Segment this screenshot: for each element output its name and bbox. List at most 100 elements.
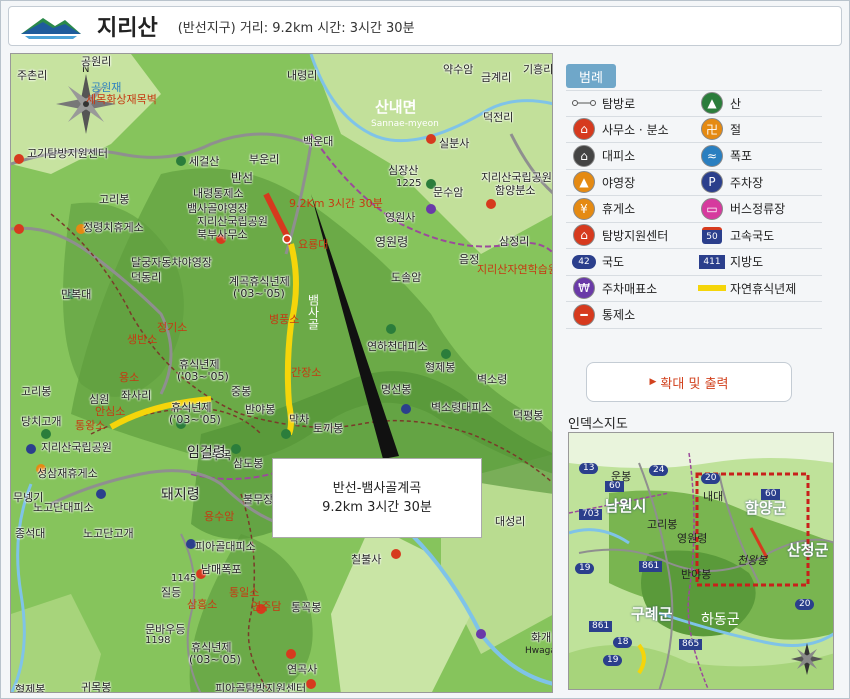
index-label: 산청군 [787,541,829,559]
route-distance-label: 9.2Km 3시간 30분 [289,197,383,210]
index-label: 703 [579,509,603,520]
visitor-center-icon: ⌂ [566,224,602,247]
map-label: ('03~'05) [189,653,241,666]
legend-item-label: 야영장 [602,175,636,190]
map-label: 휴식년제 [191,641,232,654]
map-label: 지리산국립공원 [41,441,112,454]
map-label: 1198 [145,635,171,646]
map-label: 문바우등 [145,623,186,636]
map-label: 노고단고개 [83,527,134,540]
zoom-print-button[interactable]: ▶ 확대 및 출력 [586,362,792,402]
index-label: 861 [589,621,613,632]
map-label: 기흥리 [523,63,553,76]
park-logo-icon [21,18,81,39]
map-label: ('03~'05) [177,370,229,383]
legend-item: ¥ 휴게소 [566,197,694,220]
legend-item: 탐방로 [566,95,694,112]
map-label: ('03~'05) [233,287,285,300]
map-label: 지리산국립공원 [481,171,552,184]
index-label: 하동군 [701,612,740,628]
map-label: 휴식년제 [171,401,212,414]
map-label: 고리봉 [99,193,130,206]
map-label: 세걸산 [189,155,220,168]
map-label: 당치고개 [21,415,62,428]
map-label: 용수암 [204,510,235,523]
map-label: 고리봉 [21,385,52,398]
legend-item: ⌂ 대피소 [566,144,694,167]
legend-item: 50 고속국도 [694,226,822,244]
rest-period-icon [694,285,730,292]
map-label: 화개 [531,631,552,644]
legend-item-label: 주차장 [730,175,764,190]
index-label: 60 [761,489,781,500]
bus-stop-icon: ▭ [694,197,730,220]
legend-row: ¥ 휴게소 ▭ 버스정류장 [566,196,822,223]
arrow-right-icon: ▶ [649,377,657,387]
map-label: 지리산국립공원 [197,215,268,228]
map-label: 문수암 [433,186,464,199]
map-label: 질등 [161,586,182,599]
legend-item: ⌂ 탐방지원센터 [566,224,694,247]
index-label: 천왕봉 [737,554,768,567]
legend-row: ▲ 야영장 P 주차장 [566,170,822,196]
map-label: 칠불사 [351,553,382,566]
parking-icon: P [694,171,730,194]
index-label: 영원령 [677,532,708,545]
map-label: 벽소령대피소 [431,401,492,414]
map-label: 영원사 [385,211,416,224]
map-label: 덕전리 [483,111,514,124]
map-label: 북부사무소 [197,228,248,241]
map-label: 실분사 [439,137,470,150]
map-label: 반선 [231,171,254,185]
legend-item: ▲ 산 [694,92,822,115]
legend-item: 42 국도 [566,253,694,270]
index-label: 18 [613,637,633,648]
map-label: 연하천대피소 [367,340,428,353]
index-map-title: 인덱스지도 [568,417,628,432]
map-label: Hwagae [525,646,552,656]
legend-row: ₩ 주차매표소 자연휴식년제 [566,276,822,302]
legend-row: ⌂ 대피소 ≈ 폭포 [566,143,822,170]
index-label: 861 [639,561,663,572]
map-label: 심장산 [388,164,419,177]
trail-icon [566,99,602,107]
map-label: 심원 [89,393,110,406]
map-label: 대성리 [495,515,526,528]
map-label: 형제봉 [15,683,46,693]
map-label: 통꼭봉 [291,601,322,614]
map-label: 연주담 [251,600,282,613]
campsite-icon: ▲ [566,171,602,194]
expressway-icon: 50 [694,226,730,244]
map-label: 좌사리 [121,389,152,402]
map-label: 달궁자동차야영장 [131,256,212,269]
zoom-print-label: 확대 및 출력 [660,376,729,392]
legend-item-label: 지방도 [730,255,764,270]
local-road-icon: 411 [694,254,730,269]
map-label: 돼지령 [161,487,200,503]
map-label: 산내면 [375,98,417,116]
legend-row: ⌂ 탐방지원센터 50 고속국도 [566,223,822,249]
legend-item: 411 지방도 [694,253,822,270]
legend-item-label: 휴게소 [602,202,636,217]
index-label: 19 [603,655,623,666]
index-label: 내대 [703,490,724,503]
legend-item-label: 자연휴식년제 [730,281,797,296]
legend-item-label: 절 [730,122,742,137]
map-label: 덕평봉 [513,409,544,422]
map-label: 덕동리 [131,271,162,284]
map-label: 통왕소 [75,419,106,432]
index-map[interactable]: 운봉 24 60 남원시 703 고리봉 영원령 함양군 60 천왕봉 산청군 … [568,432,834,690]
map-label: 통일소 [229,586,260,599]
trail-map[interactable]: N 공원리 주촌리 공원재 세목화상재목벽 내령리 약수암 금계리 기흥리 산내… [10,53,553,693]
national-road-icon: 42 [566,254,602,269]
map-label: 뱀사골야영장 [187,202,248,215]
legend-item: ▭ 버스정류장 [694,197,822,220]
index-label: 13 [579,463,599,474]
legend-row: 탐방로 ▲ 산 [566,90,822,117]
route-callout: 반선-뱀사골계곡 9.2km 3시간 30분 [272,458,482,538]
legend-item-label: 고속국도 [730,228,775,243]
map-label: 도솔암 [391,271,422,284]
map-label: 형제봉 [425,361,456,374]
legend-row: 42 국도 411 지방도 [566,249,822,276]
map-label: 세목화상재목벽 [86,93,157,106]
